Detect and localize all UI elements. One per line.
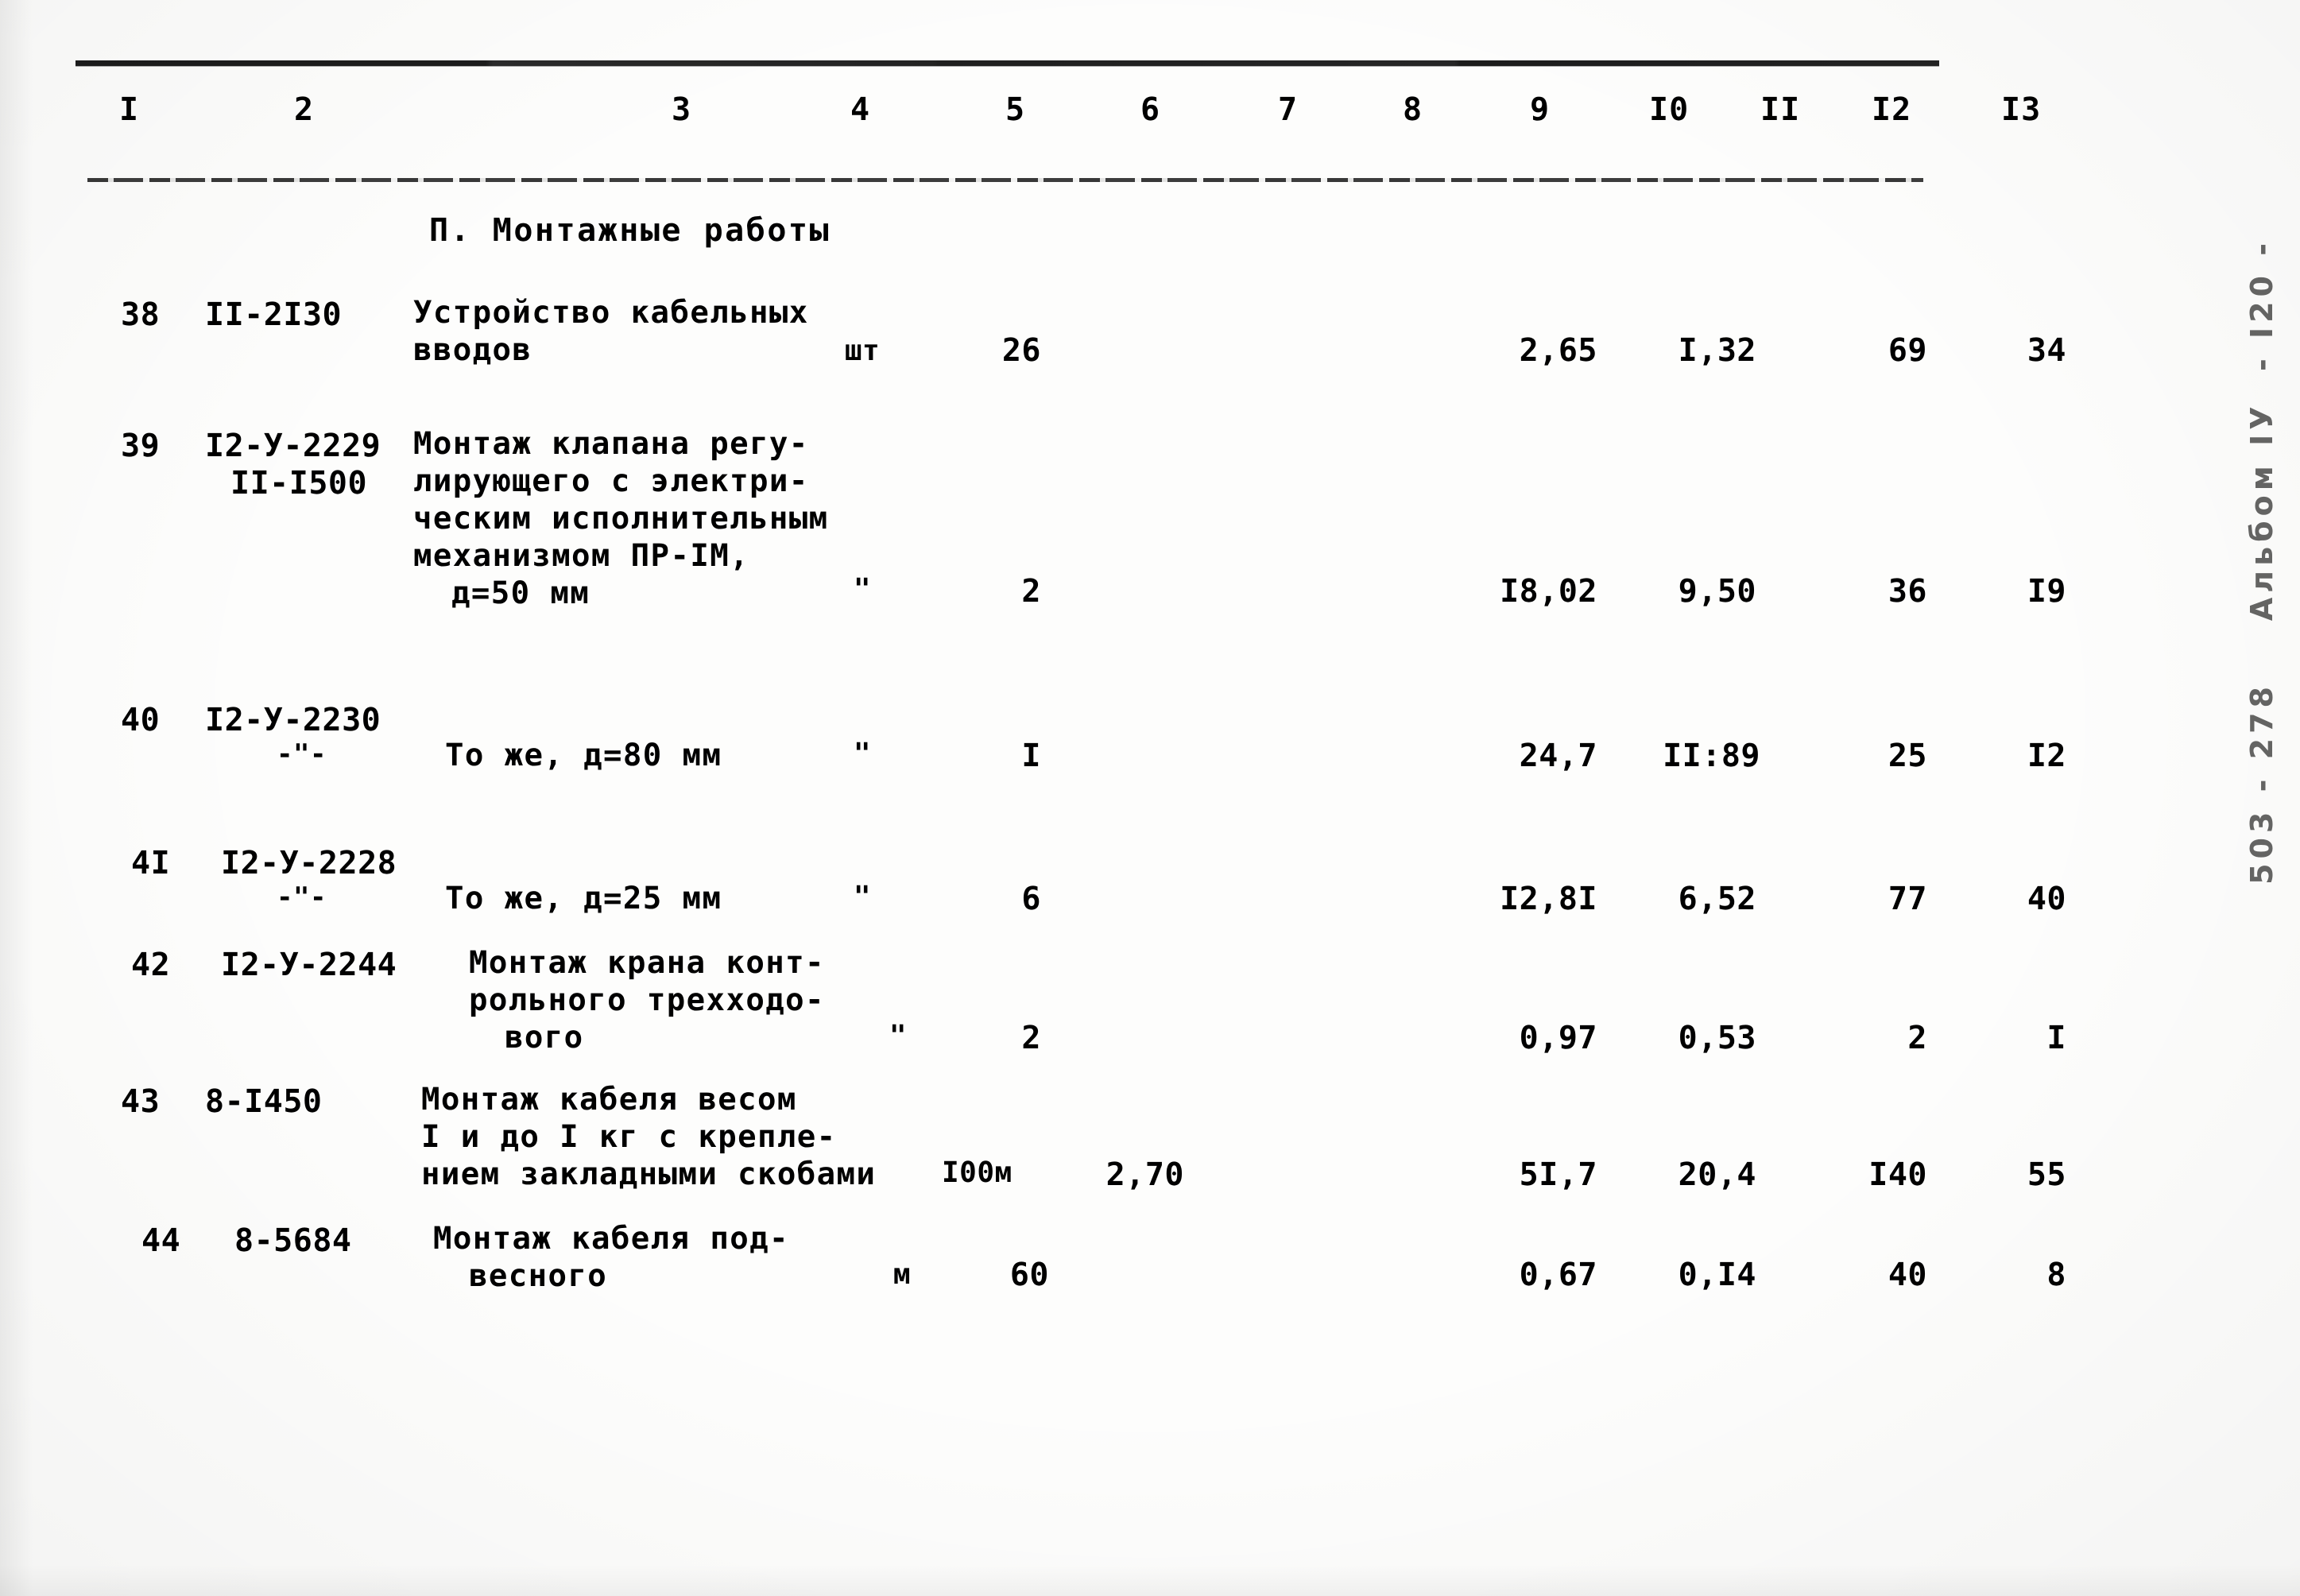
row-col13: I2 xyxy=(2027,738,2066,774)
row-description-line: Монтаж клапана регу- xyxy=(413,426,809,462)
row-code: I2-У-2230 xyxy=(205,702,381,738)
row-unit: шт xyxy=(844,335,881,367)
row-col13: 55 xyxy=(2027,1156,2066,1193)
column-header-2: 2 xyxy=(294,91,315,128)
row-col9: I2,8I xyxy=(1500,881,1597,917)
row-code: I2-У-2228 xyxy=(221,845,397,881)
row-col12: 40 xyxy=(1888,1257,1927,1293)
row-unit: м xyxy=(893,1258,912,1291)
row-col10: 0,53 xyxy=(1678,1020,1756,1056)
row-description-line: То же, д=80 мм xyxy=(445,738,722,773)
column-header-3: 3 xyxy=(672,91,692,128)
row-no: 4I xyxy=(131,845,171,881)
column-header-6: 6 xyxy=(1140,91,1161,128)
column-header-10: I0 xyxy=(1649,91,1690,128)
row-code-ditto: -"- xyxy=(277,881,327,913)
row-quantity: I xyxy=(1021,738,1041,774)
row-col10: II:89 xyxy=(1663,738,1760,774)
row-description-line: лирующего с электри- xyxy=(413,463,809,499)
row-description-line: д=50 мм xyxy=(451,575,590,611)
row-no: 38 xyxy=(121,296,161,333)
row-description-line: весного xyxy=(469,1258,608,1294)
section-caption: П. Монтажные работы xyxy=(429,212,831,249)
row-col9: I8,02 xyxy=(1500,573,1597,610)
column-header-12: I2 xyxy=(1872,91,1912,128)
scan-left-shadow xyxy=(0,0,33,1596)
scan-bottom-shadow xyxy=(0,1564,2300,1596)
row-code: I2-У-2244 xyxy=(221,947,397,983)
column-header-5: 5 xyxy=(1005,91,1026,128)
row-no: 44 xyxy=(141,1222,181,1259)
row-quantity: 26 xyxy=(1001,332,1041,369)
column-header-13: I3 xyxy=(2001,91,2042,128)
row-description-line: Устройство кабельных xyxy=(413,295,809,331)
row-col12: I40 xyxy=(1868,1156,1927,1193)
row-col13: 40 xyxy=(2027,881,2066,917)
row-description-line: механизмом ПР-IМ, xyxy=(413,538,749,574)
row-col9: 2,65 xyxy=(1519,332,1597,369)
row-description-line: ческим исполнительным xyxy=(413,501,829,537)
row-col10: 9,50 xyxy=(1678,573,1756,610)
row-col12: 36 xyxy=(1888,573,1927,610)
row-no: 42 xyxy=(131,947,171,983)
row-description-line: Монтаж кабеля под- xyxy=(433,1221,789,1257)
row-no: 39 xyxy=(121,428,161,464)
scanned-page: I 2 3 4 5 6 7 8 9 I0 II I2 I3 П. Монтажн… xyxy=(0,0,2300,1596)
row-no: 40 xyxy=(121,702,161,738)
column-header-1: I xyxy=(119,91,140,128)
row-col13: I xyxy=(2046,1020,2066,1056)
row-description-line: вводов xyxy=(413,332,532,368)
row-col10: I,32 xyxy=(1678,332,1756,369)
row-col9: 0,67 xyxy=(1519,1257,1597,1293)
row-description-line: рольного трехходо- xyxy=(469,982,825,1018)
column-header-11: II xyxy=(1760,91,1801,128)
row-code: 8-I450 xyxy=(205,1083,323,1120)
row-col9: 24,7 xyxy=(1519,738,1597,774)
row-code-secondary: II-I500 xyxy=(230,465,368,502)
row-no: 43 xyxy=(121,1083,161,1120)
row-col13: 34 xyxy=(2027,332,2066,369)
row-col9: 0,97 xyxy=(1519,1020,1597,1056)
row-col12: 2 xyxy=(1907,1020,1927,1056)
row-col10: 0,I4 xyxy=(1678,1257,1756,1293)
row-col12: 25 xyxy=(1888,738,1927,774)
column-header-8: 8 xyxy=(1403,91,1423,128)
row-quantity: 2 xyxy=(1021,573,1041,610)
row-col9: 5I,7 xyxy=(1519,1156,1597,1193)
row-quantity: 60 xyxy=(1009,1257,1049,1293)
row-unit: " xyxy=(853,738,872,770)
header-separator-rule xyxy=(87,178,1923,182)
row-quantity: 2,70 xyxy=(1105,1156,1184,1193)
row-unit: I00м xyxy=(942,1156,1013,1189)
row-col12: 77 xyxy=(1888,881,1927,917)
row-code-ditto: -"- xyxy=(277,738,327,770)
row-description-line: I и до I кг с крепле- xyxy=(421,1119,837,1155)
row-description-line: То же, д=25 мм xyxy=(445,881,722,916)
row-description-line: нием закладными скобами xyxy=(421,1156,877,1192)
row-unit: " xyxy=(853,573,872,606)
row-code: 8-5684 xyxy=(234,1222,352,1259)
row-quantity: 2 xyxy=(1021,1020,1041,1056)
row-unit: " xyxy=(853,881,872,913)
margin-archive-note: 503 - 278 Альбом IУ - I20 - xyxy=(2244,238,2279,885)
row-col13: 8 xyxy=(2046,1257,2066,1293)
row-description-line: Монтаж кабеля весом xyxy=(421,1082,797,1118)
row-description-line: вого xyxy=(505,1020,584,1056)
column-header-9: 9 xyxy=(1530,91,1551,128)
table-top-rule xyxy=(76,60,1939,66)
row-quantity: 6 xyxy=(1021,881,1041,917)
column-header-7: 7 xyxy=(1278,91,1299,128)
row-description-line: Монтаж крана конт- xyxy=(469,945,825,981)
row-unit: " xyxy=(889,1020,908,1052)
row-col13: I9 xyxy=(2027,573,2066,610)
row-code: I2-У-2229 xyxy=(205,428,381,464)
row-col12: 69 xyxy=(1888,332,1927,369)
row-col10: 20,4 xyxy=(1678,1156,1756,1193)
row-code: II-2I30 xyxy=(205,296,343,333)
column-header-4: 4 xyxy=(850,91,871,128)
row-col10: 6,52 xyxy=(1678,881,1756,917)
